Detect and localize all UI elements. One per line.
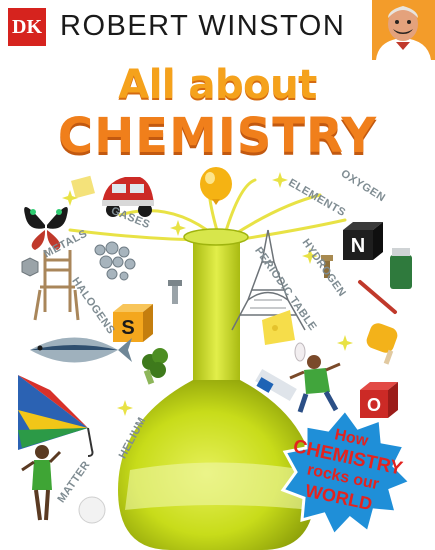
pencil-icon — [358, 280, 397, 314]
girl-icon — [21, 445, 62, 521]
book-cover: DK ROBERT WINSTON All about CHEMISTRY S … — [0, 0, 435, 550]
s-cube-icon: S — [113, 304, 153, 342]
boy-icon — [289, 355, 341, 413]
ball-icon — [78, 496, 106, 524]
n-cube-letter: N — [351, 235, 365, 257]
eiffel-tower-icon — [231, 229, 306, 331]
umbrella-icon — [18, 375, 94, 457]
nut-icon — [21, 257, 39, 277]
ice-lolly-icon — [366, 323, 398, 365]
bolt-icon — [168, 280, 182, 304]
metal-pile-icon — [94, 241, 136, 281]
broccoli-icon — [142, 348, 168, 385]
tube-icon — [390, 248, 412, 289]
bottle-icon — [294, 342, 306, 362]
s-cube-letter: S — [121, 317, 134, 339]
o-cube-icon: O — [360, 382, 398, 418]
balloon-icon — [200, 167, 232, 205]
n-cube-icon: N — [343, 222, 383, 260]
o-cube-letter: O — [367, 395, 381, 415]
sponge-icon — [71, 175, 95, 199]
